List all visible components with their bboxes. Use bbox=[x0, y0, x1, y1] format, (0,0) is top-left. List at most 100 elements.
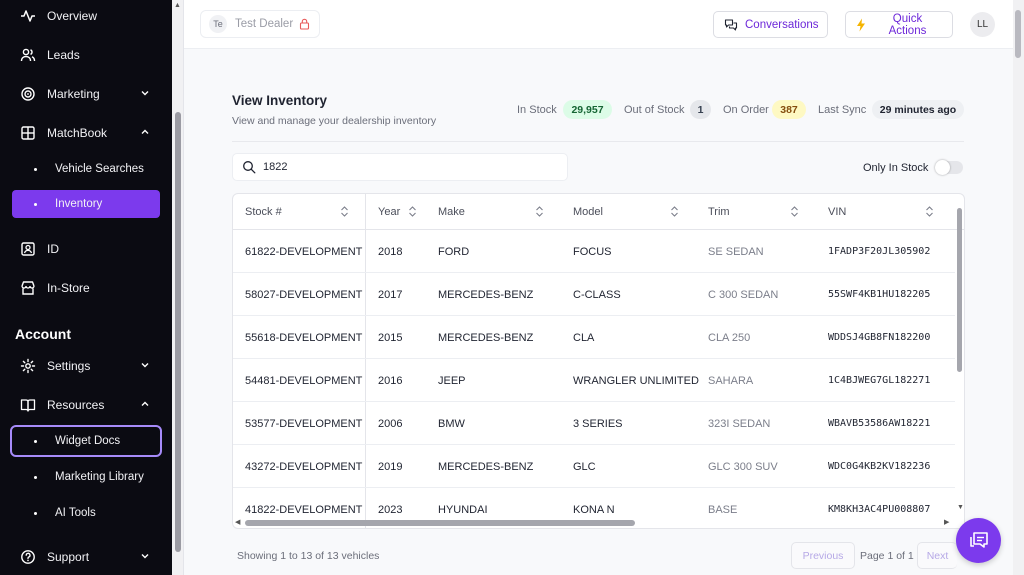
table-row[interactable]: 55618-DEVELOPMENT 2015 MERCEDES-BENZ CLA… bbox=[233, 316, 955, 359]
cell-vin: 55SWF4KB1HU182205 bbox=[828, 289, 931, 300]
sidebar-scrollbar-thumb[interactable] bbox=[175, 112, 181, 552]
cell-stock: 55618-DEVELOPMENT bbox=[245, 331, 363, 344]
lock-icon bbox=[299, 18, 310, 30]
on-order-label: On Order bbox=[723, 104, 769, 116]
main-scrollbar-thumb[interactable] bbox=[1015, 10, 1021, 58]
lightning-icon bbox=[856, 18, 866, 32]
gear-icon bbox=[20, 358, 36, 374]
sidebar-item-resources[interactable]: Resources bbox=[12, 391, 160, 419]
bullet-icon bbox=[34, 511, 37, 515]
sidebar-subitem-label: Inventory bbox=[55, 198, 103, 210]
column-header-stock[interactable]: Stock # bbox=[245, 194, 357, 230]
sidebar-item-overview[interactable]: Overview bbox=[12, 2, 160, 30]
dealer-selector[interactable]: Te Test Dealer bbox=[200, 10, 320, 38]
cell-model: WRANGLER UNLIMITED bbox=[573, 374, 699, 387]
cell-vin: WDC0G4KB2KV182236 bbox=[828, 461, 931, 472]
sidebar-subitem-vehicle-searches[interactable]: Vehicle Searches bbox=[12, 155, 160, 183]
next-page-button[interactable]: Next bbox=[917, 542, 957, 569]
only-in-stock-label: Only In Stock bbox=[863, 162, 929, 174]
sidebar-subitem-marketing-library[interactable]: Marketing Library bbox=[12, 463, 160, 491]
only-in-stock-toggle[interactable] bbox=[935, 160, 963, 175]
sidebar-item-leads[interactable]: Leads bbox=[12, 41, 160, 69]
cell-make: JEEP bbox=[438, 374, 466, 387]
sidebar-item-support[interactable]: Support bbox=[12, 543, 160, 571]
cell-year: 2017 bbox=[378, 288, 403, 301]
column-header-make[interactable]: Make bbox=[438, 194, 550, 230]
sort-icon bbox=[535, 206, 544, 217]
search-box[interactable] bbox=[232, 153, 568, 181]
cell-year: 2018 bbox=[378, 245, 403, 258]
sidebar-subitem-label: AI Tools bbox=[55, 507, 96, 519]
last-sync-label: Last Sync bbox=[818, 104, 867, 116]
cell-trim: CLA 250 bbox=[708, 331, 751, 344]
sidebar-item-matchbook[interactable]: MatchBook bbox=[12, 119, 160, 147]
sort-icon bbox=[925, 206, 934, 217]
table-row[interactable]: 53577-DEVELOPMENT 2006 BMW 3 SERIES 323I… bbox=[233, 402, 955, 445]
sidebar-subitem-ai-tools[interactable]: AI Tools bbox=[12, 499, 160, 527]
column-header-trim[interactable]: Trim bbox=[708, 194, 803, 230]
table-row[interactable]: 54481-DEVELOPMENT 2016 JEEP WRANGLER UNL… bbox=[233, 359, 955, 402]
search-input[interactable] bbox=[263, 161, 543, 173]
scroll-up-arrow-icon[interactable]: ▲ bbox=[174, 2, 181, 9]
bullet-icon bbox=[34, 202, 37, 206]
sidebar-subitem-label: Vehicle Searches bbox=[55, 163, 144, 175]
page-indicator: Page 1 of 1 bbox=[860, 550, 914, 562]
scroll-right-arrow-icon[interactable]: ▶ bbox=[944, 518, 949, 526]
scroll-down-arrow-icon[interactable]: ▼ bbox=[957, 504, 964, 511]
last-sync-badge: 29 minutes ago bbox=[872, 100, 964, 119]
user-avatar[interactable]: LL bbox=[970, 12, 995, 37]
table-horizontal-scrollbar-thumb[interactable] bbox=[245, 520, 635, 526]
bullet-icon bbox=[34, 167, 37, 171]
sidebar-item-label: Overview bbox=[47, 9, 98, 23]
account-heading: Account bbox=[15, 326, 71, 342]
cell-model: 3 SERIES bbox=[573, 417, 623, 430]
previous-page-button[interactable]: Previous bbox=[791, 542, 855, 569]
table-horizontal-scrollbar[interactable]: ◀ ▶ bbox=[233, 517, 955, 528]
chat-launcher-button[interactable] bbox=[956, 518, 1001, 563]
page-subtitle: View and manage your dealership inventor… bbox=[232, 115, 437, 127]
sidebar-subitem-widget-docs[interactable]: Widget Docs bbox=[10, 425, 162, 457]
column-header-model[interactable]: Model bbox=[573, 194, 685, 230]
sidebar-item-marketing[interactable]: Marketing bbox=[12, 80, 160, 108]
table-row[interactable]: 43272-DEVELOPMENT 2019 MERCEDES-BENZ GLC… bbox=[233, 445, 955, 488]
dealer-name: Test Dealer bbox=[235, 18, 294, 30]
cell-stock: 58027-DEVELOPMENT bbox=[245, 288, 363, 301]
conversations-button[interactable]: Conversations bbox=[713, 11, 828, 38]
id-card-icon bbox=[20, 241, 36, 257]
inventory-table: Stock # Year Make Model Trim VIN 61822-D… bbox=[232, 193, 965, 529]
column-header-year[interactable]: Year bbox=[378, 194, 428, 230]
table-row[interactable]: 61822-DEVELOPMENT 2018 FORD FOCUS SE SED… bbox=[233, 230, 955, 273]
sidebar: Overview Leads Marketing MatchBook Vehic… bbox=[0, 0, 172, 575]
table-vertical-scrollbar[interactable] bbox=[955, 202, 964, 518]
scroll-left-arrow-icon[interactable]: ◀ bbox=[235, 518, 240, 526]
in-stock-label: In Stock bbox=[517, 104, 557, 116]
divider bbox=[232, 141, 964, 142]
chevron-down-icon bbox=[140, 551, 150, 561]
sidebar-subitem-inventory[interactable]: Inventory bbox=[12, 190, 160, 218]
quick-actions-label: Quick Actions bbox=[888, 12, 927, 37]
table-vertical-scrollbar-thumb[interactable] bbox=[957, 208, 962, 372]
book-icon bbox=[20, 397, 36, 413]
cell-vin: WDDSJ4GB8FN182200 bbox=[828, 332, 931, 343]
target-icon bbox=[20, 86, 36, 102]
chevron-up-icon bbox=[140, 399, 150, 409]
sidebar-item-settings[interactable]: Settings bbox=[12, 352, 160, 380]
out-of-stock-label: Out of Stock bbox=[624, 104, 685, 116]
sidebar-item-label: MatchBook bbox=[47, 126, 108, 140]
quick-actions-button[interactable]: Quick Actions bbox=[845, 11, 953, 38]
cell-make: BMW bbox=[438, 417, 465, 430]
sort-icon bbox=[670, 206, 679, 217]
bullet-icon bbox=[34, 439, 37, 443]
sidebar-item-in-store[interactable]: In-Store bbox=[12, 274, 160, 302]
cell-stock: 43272-DEVELOPMENT bbox=[245, 460, 363, 473]
cell-model: GLC bbox=[573, 460, 596, 473]
conversations-label: Conversations bbox=[745, 18, 819, 31]
grid-icon bbox=[20, 125, 36, 141]
sidebar-subitem-label: Marketing Library bbox=[55, 471, 144, 483]
sidebar-item-id[interactable]: ID bbox=[12, 235, 160, 263]
table-row[interactable]: 58027-DEVELOPMENT 2017 MERCEDES-BENZ C-C… bbox=[233, 273, 955, 316]
page-title: View Inventory bbox=[232, 93, 328, 108]
sidebar-item-label: Support bbox=[47, 550, 90, 564]
column-header-vin[interactable]: VIN bbox=[828, 194, 938, 230]
main-scrollbar[interactable] bbox=[1013, 0, 1024, 575]
